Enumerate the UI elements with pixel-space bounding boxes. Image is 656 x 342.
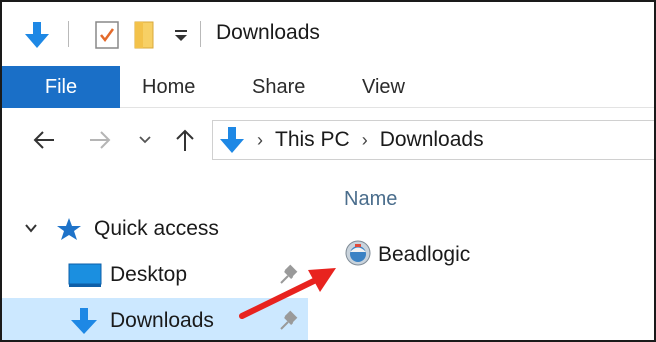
application-icon	[344, 239, 372, 272]
customize-dropdown-icon[interactable]	[170, 24, 192, 46]
back-arrow-icon	[33, 131, 54, 149]
download-arrow-icon	[70, 306, 98, 340]
sidebar-item-desktop[interactable]: Desktop	[2, 252, 308, 298]
sidebar-item-downloads[interactable]: Downloads	[2, 298, 308, 340]
navigation-pane: Quick access Desktop Downloads	[2, 174, 308, 340]
address-bar[interactable]: › This PC › Downloads	[212, 120, 654, 160]
download-arrow-icon	[219, 125, 245, 155]
up-arrow-icon	[176, 129, 194, 151]
ribbon-tabs: File Home Share View	[2, 66, 654, 108]
up-button[interactable]	[168, 122, 202, 158]
tab-file-label: File	[44, 75, 78, 98]
forward-button[interactable]	[82, 122, 118, 158]
tab-home-label: Home	[142, 75, 196, 98]
sidebar-item-label: Downloads	[110, 309, 214, 332]
list-item[interactable]: Beadlogic	[344, 238, 470, 272]
pin-icon[interactable]	[278, 310, 300, 337]
sidebar-item-label: Desktop	[110, 263, 188, 286]
column-header-name[interactable]: Name	[344, 188, 397, 211]
chevron-down-icon	[139, 136, 151, 144]
tab-home[interactable]: Home	[142, 66, 195, 108]
chevron-down-icon[interactable]	[24, 221, 38, 239]
breadcrumb-downloads[interactable]: Downloads	[380, 128, 484, 152]
properties-icon[interactable]	[92, 19, 122, 51]
sidebar-item-label: Quick access	[94, 217, 219, 240]
tab-view[interactable]: View	[362, 66, 405, 108]
tab-view-label: View	[362, 75, 405, 98]
recent-locations-button[interactable]	[134, 122, 156, 158]
pin-icon[interactable]	[278, 264, 300, 291]
toolbar-separator	[200, 21, 201, 47]
explorer-window: Downloads File Home Share View › This PC…	[0, 0, 656, 342]
file-name: Beadlogic	[378, 243, 471, 266]
desktop-icon	[68, 262, 102, 293]
forward-arrow-icon	[90, 131, 111, 149]
sidebar-item-quick-access[interactable]: Quick access	[2, 206, 308, 252]
navigation-bar: › This PC › Downloads	[2, 108, 654, 172]
chevron-right-icon[interactable]: ›	[362, 130, 368, 151]
tab-share-label: Share	[252, 75, 306, 98]
star-icon	[56, 216, 82, 247]
download-arrow-icon[interactable]	[22, 20, 52, 50]
new-folder-icon[interactable]	[130, 19, 162, 51]
toolbar-separator	[68, 21, 69, 47]
tab-share[interactable]: Share	[252, 66, 305, 108]
tab-file[interactable]: File	[2, 66, 120, 108]
window-title: Downloads	[216, 21, 320, 44]
chevron-right-icon[interactable]: ›	[257, 130, 263, 151]
file-list: Name Beadlogic	[308, 174, 654, 340]
title-bar: Downloads	[2, 2, 654, 66]
back-button[interactable]	[26, 122, 62, 158]
breadcrumb-this-pc[interactable]: This PC	[275, 128, 350, 152]
